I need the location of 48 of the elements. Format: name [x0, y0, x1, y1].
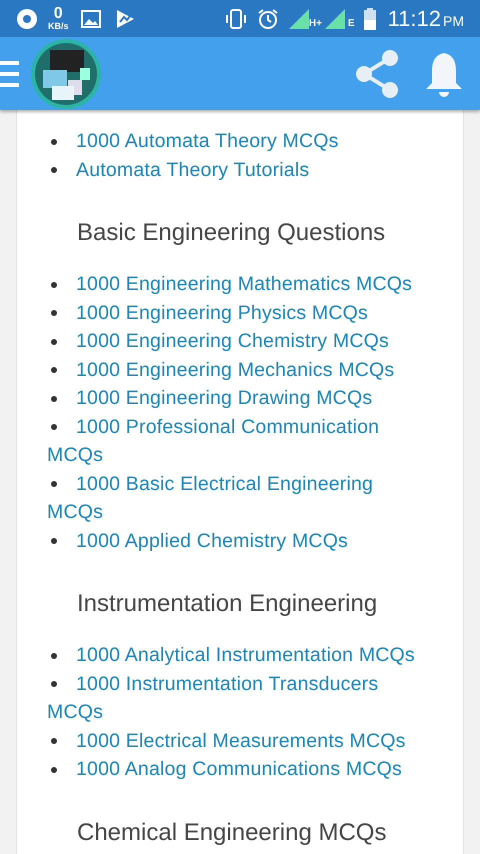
link[interactable]: 1000 Automata Theory MCQs: [47, 127, 430, 156]
link[interactable]: 1000 Professional Communication MCQs: [47, 412, 430, 470]
link[interactable]: 1000 Applied Chemistry MCQs: [47, 526, 430, 555]
bullet-icon: [51, 396, 57, 402]
notification-bell-icon[interactable]: [424, 50, 464, 96]
alarm-icon: [256, 8, 279, 30]
section-heading: Basic Engineering Questions: [76, 220, 386, 246]
link[interactable]: 1000 Engineering Mathematics MCQs: [47, 270, 430, 298]
record-icon: [16, 8, 38, 30]
bullet-icon: [51, 766, 57, 773]
bullet-icon: [51, 338, 57, 345]
link[interactable]: 1000 Analog Communications MCQs: [47, 755, 430, 784]
link[interactable]: 1000 Engineering Mechanics MCQs: [47, 356, 430, 384]
network-speed: 0: [54, 6, 63, 22]
bullet-icon: [51, 481, 57, 488]
section-heading: Chemical Engineering MCQs: [76, 820, 388, 846]
logo-icon[interactable]: [30, 38, 102, 110]
bullet-icon: [51, 538, 57, 544]
network-type: H+: [308, 17, 322, 31]
clock-time: 11:12: [388, 5, 441, 33]
bullet-icon: [51, 681, 57, 688]
menu-icon[interactable]: [0, 58, 19, 88]
bullet-icon: [51, 310, 57, 316]
link[interactable]: 1000 Analytical Instrumentation MCQs: [47, 641, 430, 670]
bullet-icon: [51, 738, 57, 744]
bullet-icon: [51, 424, 57, 430]
link[interactable]: 1000 Engineering Drawing MCQs: [47, 384, 430, 412]
signal-icon: [288, 8, 309, 28]
play-store-icon: [114, 8, 135, 28]
network-speed-unit: KB/s: [48, 22, 69, 31]
network-type: E: [348, 17, 355, 31]
vibrate-icon: [224, 8, 248, 30]
bullet-icon: [51, 167, 57, 174]
link[interactable]: Automata Theory Tutorials: [47, 156, 430, 184]
link[interactable]: 1000 Instrumentation Transducers MCQs: [47, 670, 430, 726]
link[interactable]: 1000 Basic Electrical Engineering MCQs: [47, 470, 430, 526]
bullet-icon: [51, 367, 57, 374]
signal-icon: [324, 8, 345, 28]
link[interactable]: 1000 Electrical Measurements MCQs: [47, 726, 430, 755]
bullet-icon: [51, 138, 57, 145]
link[interactable]: 1000 Engineering Physics MCQs: [47, 298, 430, 327]
battery-icon: [364, 8, 376, 30]
section-heading: Instrumentation Engineering: [76, 591, 378, 617]
clock-suffix: PM: [443, 12, 464, 31]
bullet-icon: [51, 282, 57, 288]
image-icon: [80, 10, 101, 28]
link[interactable]: 1000 Engineering Chemistry MCQs: [47, 327, 430, 356]
bullet-icon: [51, 652, 57, 659]
